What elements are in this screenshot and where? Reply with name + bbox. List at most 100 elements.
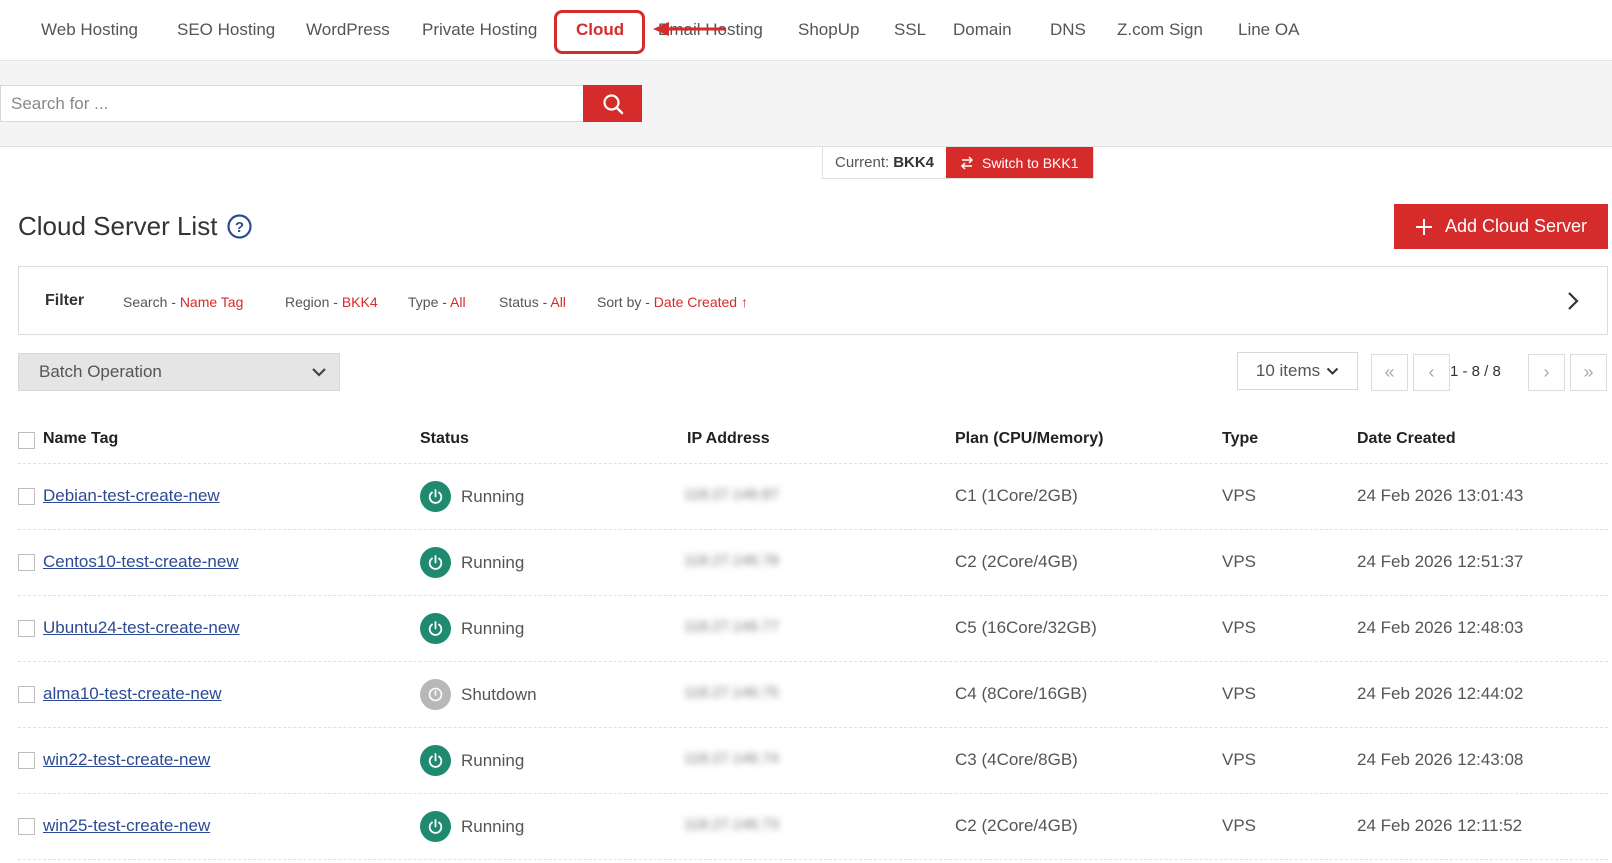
- date-cell: 24 Feb 2026 12:48:03: [1357, 618, 1524, 637]
- nav-item-line-oa[interactable]: Line OA: [1238, 20, 1299, 40]
- last-page-button[interactable]: »: [1570, 354, 1607, 391]
- batch-operation-select[interactable]: Batch Operation: [18, 353, 340, 391]
- header-plan[interactable]: Plan (CPU/Memory): [955, 430, 1103, 448]
- region-switcher: Current: BKK4 Switch to BKK1: [822, 146, 1094, 179]
- table-row: win22-test-create-new Running 118.27.146…: [18, 728, 1608, 794]
- filter-sort-key: Sort by -: [597, 294, 654, 310]
- filter-search-value: Name Tag: [179, 294, 244, 310]
- type-cell: VPS: [1222, 486, 1257, 505]
- search-button[interactable]: [583, 85, 642, 122]
- nav-item-wordpress[interactable]: WordPress: [306, 20, 390, 40]
- plan-cell: C3 (4Core/8GB): [955, 750, 1078, 769]
- help-icon[interactable]: ?: [227, 214, 253, 239]
- row-checkbox[interactable]: [18, 554, 35, 571]
- chevron-right-icon[interactable]: [1563, 289, 1583, 313]
- filter-label: Filter: [45, 292, 85, 309]
- type-cell: VPS: [1222, 618, 1257, 637]
- power-icon: [420, 811, 451, 842]
- table-row: Centos10-test-create-new Running 118.27.…: [18, 530, 1608, 596]
- nav-item-seo-hosting[interactable]: SEO Hosting: [177, 20, 275, 40]
- nav-item-domain[interactable]: Domain: [953, 20, 1012, 40]
- plan-cell: C2 (2Core/4GB): [955, 816, 1078, 835]
- type-cell: VPS: [1222, 816, 1257, 835]
- nav-item-private-hosting[interactable]: Private Hosting: [422, 20, 537, 40]
- date-cell: 24 Feb 2026 12:44:02: [1357, 684, 1524, 703]
- filter-status-value: All: [550, 294, 566, 310]
- table-row: Ubuntu24-test-create-new Running 118.27.…: [18, 596, 1608, 662]
- filter-type-value: All: [450, 294, 466, 310]
- arrow-annotation-icon: [653, 22, 725, 36]
- row-checkbox[interactable]: [18, 752, 35, 769]
- prev-page-icon: ‹: [1428, 362, 1435, 382]
- status-text: Shutdown: [461, 684, 537, 704]
- ip-address: 118.27.146.73: [684, 816, 779, 833]
- server-name-link[interactable]: win22-test-create-new: [43, 750, 210, 770]
- filter-bar: Filter Search - Name Tag Region - BKK4 T…: [18, 266, 1608, 335]
- nav-item-shopup[interactable]: ShopUp: [798, 20, 859, 40]
- nav-item-web-hosting[interactable]: Web Hosting: [41, 20, 138, 40]
- header-ip-address[interactable]: IP Address: [687, 430, 770, 448]
- status-text: Running: [461, 486, 525, 506]
- filter-search-key: Search -: [123, 294, 180, 310]
- status-cell: Running: [420, 547, 524, 578]
- power-icon: [420, 679, 451, 710]
- nav-item-ssl[interactable]: SSL: [894, 20, 926, 40]
- power-icon: [420, 613, 451, 644]
- row-checkbox[interactable]: [18, 620, 35, 637]
- header-type[interactable]: Type: [1222, 430, 1258, 448]
- row-checkbox[interactable]: [18, 488, 35, 505]
- type-cell: VPS: [1222, 684, 1257, 703]
- table-header: Name Tag Status IP Address Plan (CPU/Mem…: [18, 418, 1608, 464]
- nav-item-zcom-sign[interactable]: Z.com Sign: [1117, 20, 1203, 40]
- status-text: Running: [461, 750, 525, 770]
- search-icon: [602, 93, 623, 114]
- server-name-link[interactable]: Centos10-test-create-new: [43, 552, 239, 572]
- first-page-button[interactable]: «: [1371, 354, 1408, 391]
- filter-status[interactable]: Status - All: [499, 294, 566, 310]
- add-cloud-server-button[interactable]: Add Cloud Server: [1394, 204, 1608, 249]
- row-checkbox[interactable]: [18, 686, 35, 703]
- plan-cell: C5 (16Core/32GB): [955, 618, 1097, 637]
- power-icon: [420, 481, 451, 512]
- chevron-down-icon: [1326, 367, 1339, 375]
- status-text: Running: [461, 816, 525, 836]
- next-page-button[interactable]: ›: [1528, 354, 1565, 391]
- nav-item-cloud[interactable]: Cloud: [576, 20, 624, 40]
- date-cell: 24 Feb 2026 12:11:52: [1357, 816, 1523, 835]
- plan-cell: C4 (8Core/16GB): [955, 684, 1088, 703]
- filter-status-key: Status -: [499, 294, 551, 310]
- switch-region-button[interactable]: Switch to BKK1: [946, 147, 1093, 178]
- current-region: Current: BKK4: [823, 147, 947, 178]
- chevron-down-icon: [312, 368, 326, 377]
- filter-region-value: BKK4: [341, 294, 378, 310]
- search-input[interactable]: [0, 85, 585, 122]
- server-name-link[interactable]: Debian-test-create-new: [43, 486, 220, 506]
- select-all-checkbox[interactable]: [18, 432, 35, 449]
- filter-type[interactable]: Type - All: [408, 294, 466, 310]
- power-icon: [420, 745, 451, 776]
- server-name-link[interactable]: alma10-test-create-new: [43, 684, 222, 704]
- current-region-label: Current:: [835, 154, 890, 171]
- prev-page-button[interactable]: ‹: [1413, 354, 1450, 391]
- next-page-icon: ›: [1543, 362, 1550, 382]
- switch-region-label: Switch to BKK1: [982, 154, 1079, 171]
- top-navigation: Web Hosting SEO Hosting WordPress Privat…: [0, 0, 1612, 61]
- row-checkbox[interactable]: [18, 818, 35, 835]
- filter-sort[interactable]: Sort by - Date Created ↑: [597, 294, 748, 310]
- items-per-page-select[interactable]: 10 items: [1237, 352, 1358, 390]
- filter-region-key: Region -: [285, 294, 342, 310]
- server-table: Name Tag Status IP Address Plan (CPU/Mem…: [18, 418, 1608, 860]
- nav-item-dns[interactable]: DNS: [1050, 20, 1086, 40]
- header-date-created[interactable]: Date Created: [1357, 430, 1456, 448]
- server-name-link[interactable]: win25-test-create-new: [43, 816, 210, 836]
- header-name-tag[interactable]: Name Tag: [43, 430, 118, 448]
- server-name-link[interactable]: Ubuntu24-test-create-new: [43, 618, 240, 638]
- status-cell: Running: [420, 811, 524, 842]
- header-status[interactable]: Status: [420, 430, 469, 448]
- status-text: Running: [461, 618, 525, 638]
- first-page-icon: «: [1384, 362, 1395, 382]
- filter-region[interactable]: Region - BKK4: [285, 294, 378, 310]
- table-row: Debian-test-create-new Running 118.27.14…: [18, 464, 1608, 530]
- filter-search[interactable]: Search - Name Tag: [123, 294, 243, 310]
- last-page-icon: »: [1583, 362, 1594, 382]
